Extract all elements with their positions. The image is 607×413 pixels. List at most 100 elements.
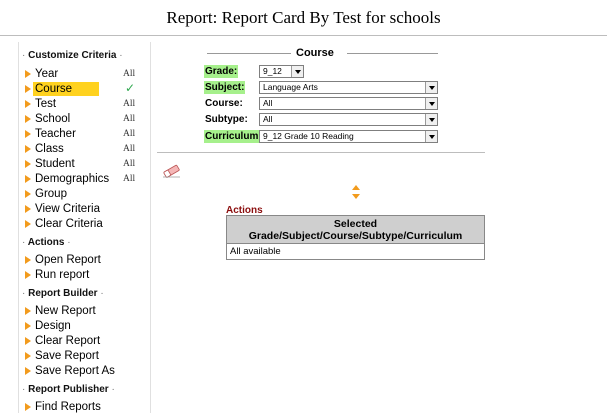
arrow-right-icon <box>25 100 31 108</box>
sidebar-item-course[interactable]: Course ✓ <box>19 81 150 97</box>
sidebar-item-label: Design <box>35 320 71 332</box>
sort-arrows-icon[interactable] <box>351 184 361 200</box>
course-label: Course: <box>205 98 243 109</box>
sidebar-item-group[interactable]: Group <box>19 187 150 202</box>
sidebar-item-clear-criteria[interactable]: Clear Criteria <box>19 217 150 232</box>
sidebar-item-label: Demographics <box>35 173 110 185</box>
sidebar-item-label: School <box>35 113 71 125</box>
chevron-down-icon[interactable] <box>425 82 437 93</box>
arrow-right-icon <box>25 322 31 330</box>
chevron-down-icon[interactable] <box>291 66 303 77</box>
section-header-actions: · Actions · <box>22 237 71 248</box>
sidebar-item-value: All <box>123 99 136 109</box>
section-header-customize-criteria: · Customize Criteria · <box>22 50 123 61</box>
sidebar-item-value: All <box>123 159 136 169</box>
sidebar-item-clear-report[interactable]: Clear Report <box>19 334 150 349</box>
arrow-right-icon <box>25 271 31 279</box>
arrow-right-icon <box>25 367 31 375</box>
grade-select[interactable]: 9_12 <box>259 65 304 78</box>
arrow-right-icon <box>25 130 31 138</box>
sidebar-item-label: Clear Criteria <box>35 218 103 230</box>
sidebar-item-year[interactable]: Year All <box>19 67 150 82</box>
sidebar-item-label: Save Report As <box>35 365 115 377</box>
sidebar-item-save-report[interactable]: Save Report <box>19 349 150 364</box>
arrow-right-icon <box>25 70 31 78</box>
sidebar-item-value: All <box>123 174 136 184</box>
sidebar-item-find-reports[interactable]: Find Reports <box>19 400 150 413</box>
sidebar-item-school[interactable]: School All <box>19 112 150 127</box>
sidebar-item-student[interactable]: Student All <box>19 157 150 172</box>
table-cell: All available <box>230 246 281 257</box>
curriculum-label: Curriculum: <box>204 130 263 143</box>
sidebar-item-label: Course <box>35 83 73 95</box>
sidebar-item-label: New Report <box>35 305 96 317</box>
sidebar-item-teacher[interactable]: Teacher All <box>19 127 150 142</box>
sidebar-item-label: Teacher <box>35 128 76 140</box>
arrow-right-icon <box>25 205 31 213</box>
section-title: Report Builder <box>28 288 98 299</box>
sidebar-item-label: Open Report <box>35 254 101 266</box>
arrow-right-icon <box>25 403 31 411</box>
sidebar-item-value: All <box>123 69 136 79</box>
curriculum-select[interactable]: 9_12 Grade 10 Reading <box>259 130 438 143</box>
sidebar-item-class[interactable]: Class All <box>19 142 150 157</box>
sidebar-item-label: Student <box>35 158 75 170</box>
fieldset-border <box>347 53 438 54</box>
course-select[interactable]: All <box>259 97 438 110</box>
arrow-right-icon <box>25 85 31 93</box>
chevron-down-icon[interactable] <box>425 131 437 142</box>
table-header: Selected Grade/Subject/Course/Subtype/Cu… <box>226 215 485 244</box>
sidebar-item-run-report[interactable]: Run report <box>19 268 150 283</box>
course-fieldset: Course Grade: 9_12 Subject: Language Art… <box>204 47 438 147</box>
sidebar-item-label: Run report <box>35 269 90 281</box>
fieldset-border <box>207 53 291 54</box>
subject-select-value: Language Arts <box>263 82 318 92</box>
grade-label: Grade: <box>204 65 239 78</box>
arrow-right-icon <box>25 307 31 315</box>
arrow-right-icon <box>25 352 31 360</box>
sidebar-item-design[interactable]: Design <box>19 319 150 334</box>
arrow-right-icon <box>25 190 31 198</box>
eraser-icon[interactable] <box>162 164 182 178</box>
section-title: Actions <box>27 237 65 248</box>
sidebar-item-label: Clear Report <box>35 335 101 347</box>
sidebar: · Customize Criteria · Year All Course ✓… <box>18 42 151 413</box>
subtype-select[interactable]: All <box>259 113 438 126</box>
sidebar-item-demographics[interactable]: Demographics All <box>19 172 150 187</box>
chevron-down-icon[interactable] <box>425 98 437 109</box>
sidebar-item-value: All <box>123 114 136 124</box>
table-row: All available <box>227 244 485 260</box>
curriculum-select-value: 9_12 Grade 10 Reading <box>263 131 354 141</box>
section-header-report-publisher: · Report Publisher · <box>22 384 115 395</box>
sidebar-item-open-report[interactable]: Open Report <box>19 253 150 268</box>
sidebar-item-new-report[interactable]: New Report <box>19 304 150 319</box>
section-title: Customize Criteria <box>28 50 117 61</box>
arrow-right-icon <box>25 256 31 264</box>
checkmark-icon: ✓ <box>125 81 136 95</box>
subtype-label: Subtype: <box>205 114 248 125</box>
sidebar-item-value: All <box>123 129 136 139</box>
section-title: Report Publisher <box>28 384 109 395</box>
subject-label: Subject: <box>204 81 246 94</box>
table-header-line: Selected <box>333 218 378 230</box>
sidebar-item-label: Group <box>35 188 67 200</box>
arrow-right-icon <box>25 115 31 123</box>
arrow-right-icon <box>25 220 31 228</box>
sidebar-item-label: Year <box>35 68 59 80</box>
sidebar-item-test[interactable]: Test All <box>19 97 150 112</box>
sidebar-item-view-criteria[interactable]: View Criteria <box>19 202 150 217</box>
arrow-right-icon <box>25 145 31 153</box>
sidebar-item-label: Class <box>35 143 64 155</box>
sidebar-item-label: Save Report <box>35 350 99 362</box>
sidebar-item-save-report-as[interactable]: Save Report As <box>19 364 150 379</box>
subject-select[interactable]: Language Arts <box>259 81 438 94</box>
selection-table: Selected Grade/Subject/Course/Subtype/Cu… <box>226 215 485 260</box>
subtype-select-value: All <box>263 114 273 124</box>
sidebar-item-label: Test <box>35 98 57 110</box>
section-header-report-builder: · Report Builder · <box>22 288 104 299</box>
sidebar-item-label: View Criteria <box>35 203 100 215</box>
chevron-down-icon[interactable] <box>425 114 437 125</box>
table-header-line: Grade/Subject/Course/Subtype/Curriculum <box>248 230 463 242</box>
grade-select-value: 9_12 <box>263 66 282 76</box>
divider <box>157 152 485 153</box>
